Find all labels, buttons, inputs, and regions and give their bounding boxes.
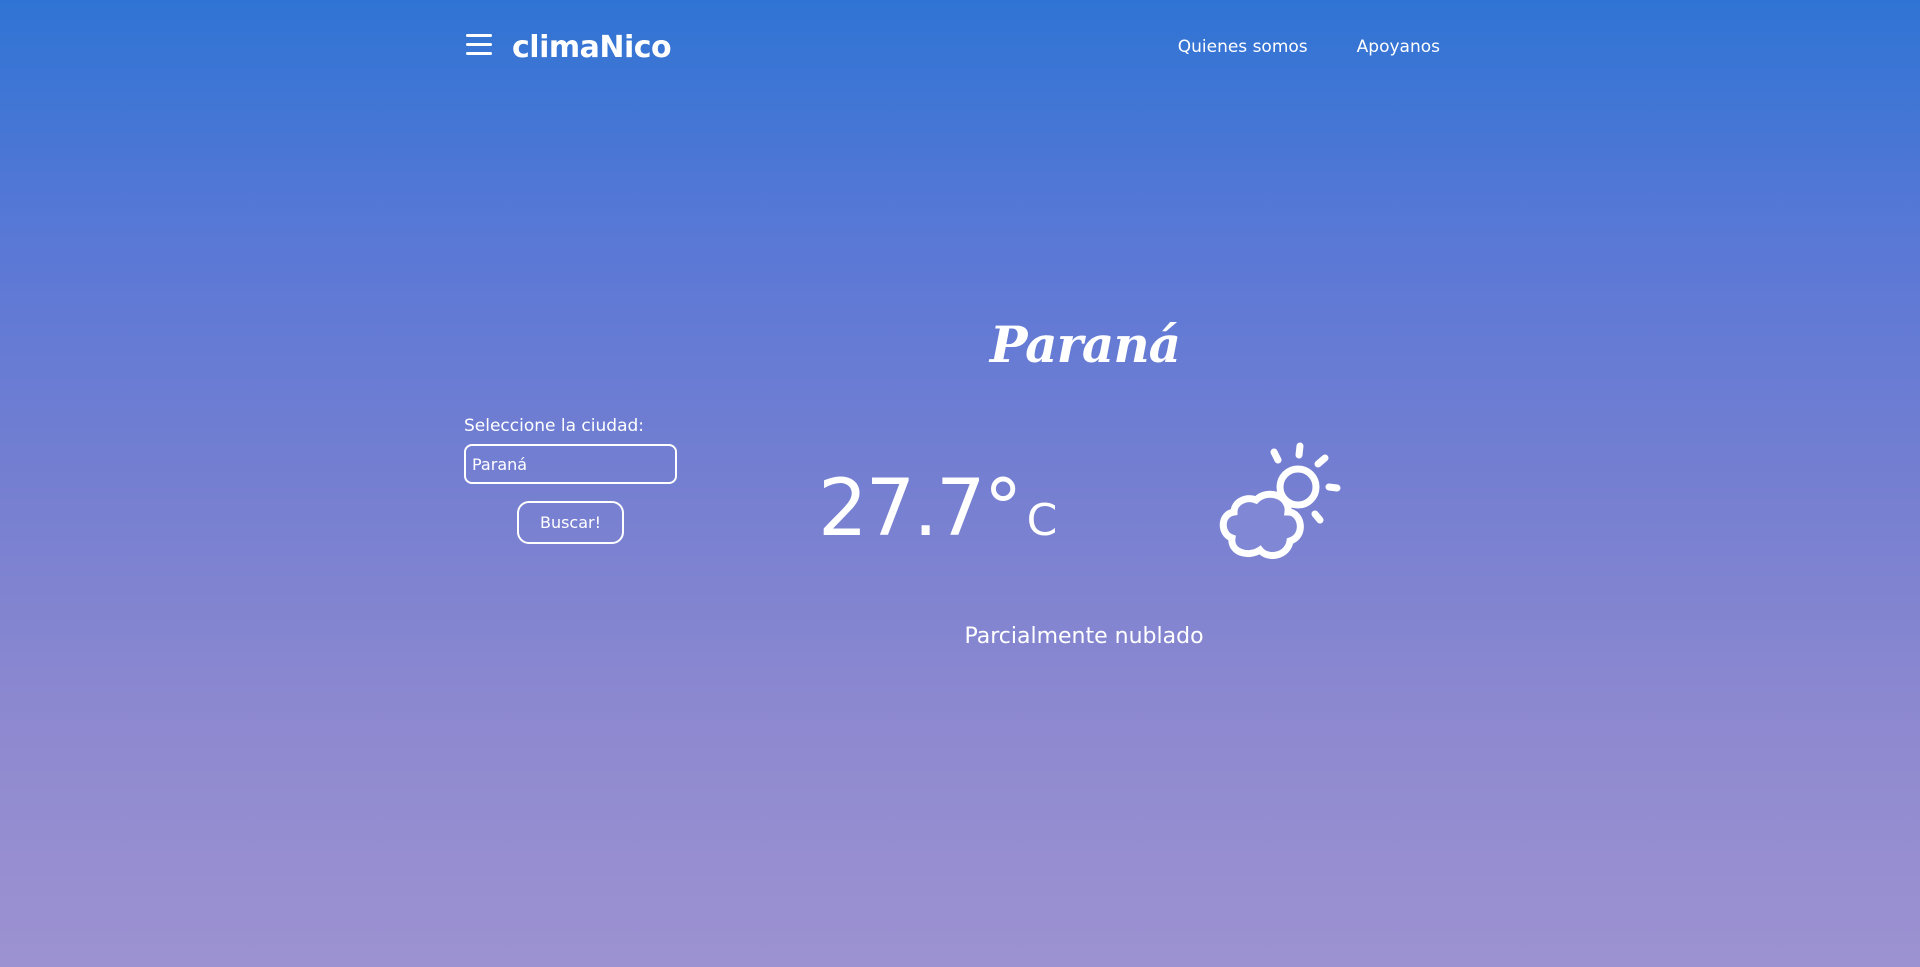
temperature-display: 27.7° C xyxy=(818,462,1057,556)
temperature-unit: C xyxy=(1026,495,1058,546)
brand-logo[interactable]: climaNico xyxy=(512,26,672,70)
nav-link-quienes-somos[interactable]: Quienes somos xyxy=(1178,34,1308,60)
temperature-value: 27.7° xyxy=(818,464,1023,554)
city-title: Paraná xyxy=(989,315,1181,374)
partly-cloudy-icon xyxy=(1219,442,1341,559)
nav-link-apoyanos[interactable]: Apoyanos xyxy=(1357,34,1440,60)
navbar: climaNico Quienes somos Apoyanos xyxy=(0,0,1920,96)
weather-condition: Parcialmente nublado xyxy=(964,624,1204,649)
search-button[interactable]: Buscar! xyxy=(517,501,624,544)
city-input[interactable] xyxy=(464,444,677,484)
hamburger-icon[interactable] xyxy=(466,34,494,56)
city-select-label: Seleccione la ciudad: xyxy=(464,416,645,436)
nav-links: Quienes somos Apoyanos xyxy=(1178,34,1440,60)
search-panel: Seleccione la ciudad: Buscar! xyxy=(464,412,678,544)
